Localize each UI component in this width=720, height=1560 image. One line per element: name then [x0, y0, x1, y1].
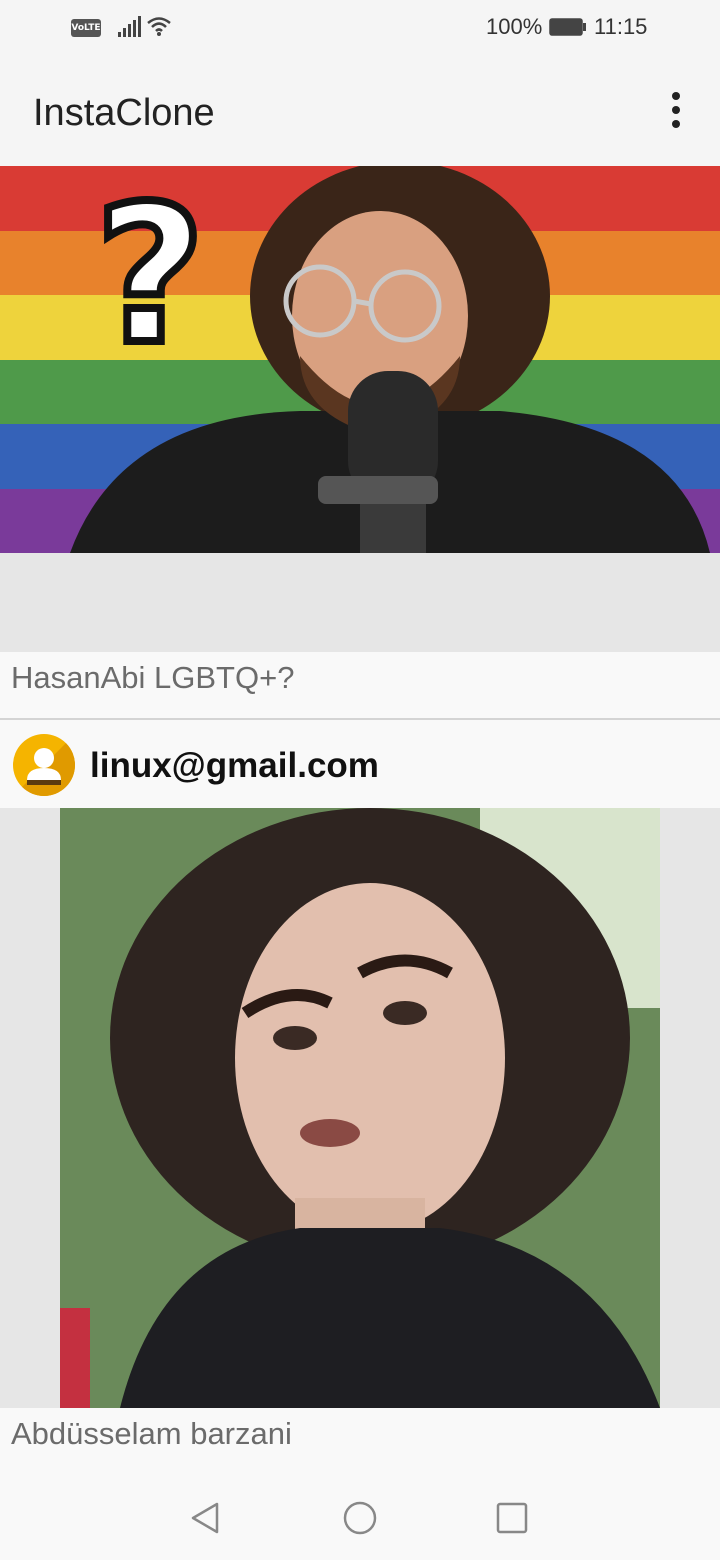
wifi-icon [147, 17, 171, 36]
clock: 11:15 [594, 14, 648, 39]
post-caption: HasanAbi LGBTQ+? [11, 660, 295, 695]
recents-icon[interactable] [494, 1500, 530, 1536]
back-icon[interactable] [187, 1500, 223, 1536]
home-icon[interactable] [342, 1500, 378, 1536]
user-avatar-icon[interactable] [13, 734, 75, 796]
post-caption: Abdüsselam barzani [11, 1416, 292, 1451]
status-bar: VoLTE 100% 11:15 [0, 0, 720, 56]
app-title: InstaClone [33, 92, 215, 134]
more-vert-icon[interactable] [660, 90, 692, 130]
post-username[interactable]: linux@gmail.com [90, 746, 379, 786]
app-bar: InstaClone [0, 56, 720, 166]
post-caption-box: Abdüsselam barzani [0, 1408, 720, 1474]
signal-icon [118, 16, 141, 37]
battery-percent: 100% [486, 14, 543, 39]
post-caption-box: HasanAbi LGBTQ+? [0, 652, 720, 720]
volte-icon: VoLTE [71, 19, 101, 37]
system-nav-bar [0, 1474, 720, 1560]
post-image-padding [0, 553, 720, 652]
feed[interactable]: ? HasanAbi LGBTQ+? linux@gmail.com Abdüs… [0, 166, 720, 1474]
post-image: ? [0, 166, 720, 553]
post-image [60, 808, 660, 1408]
person-portrait-icon [60, 808, 660, 1408]
post-header[interactable]: linux@gmail.com [0, 720, 720, 808]
post-image-area [0, 808, 720, 1408]
svg-text:?: ? [95, 166, 205, 386]
person-with-microphone-icon: ? [70, 166, 710, 553]
battery-icon [549, 18, 586, 36]
